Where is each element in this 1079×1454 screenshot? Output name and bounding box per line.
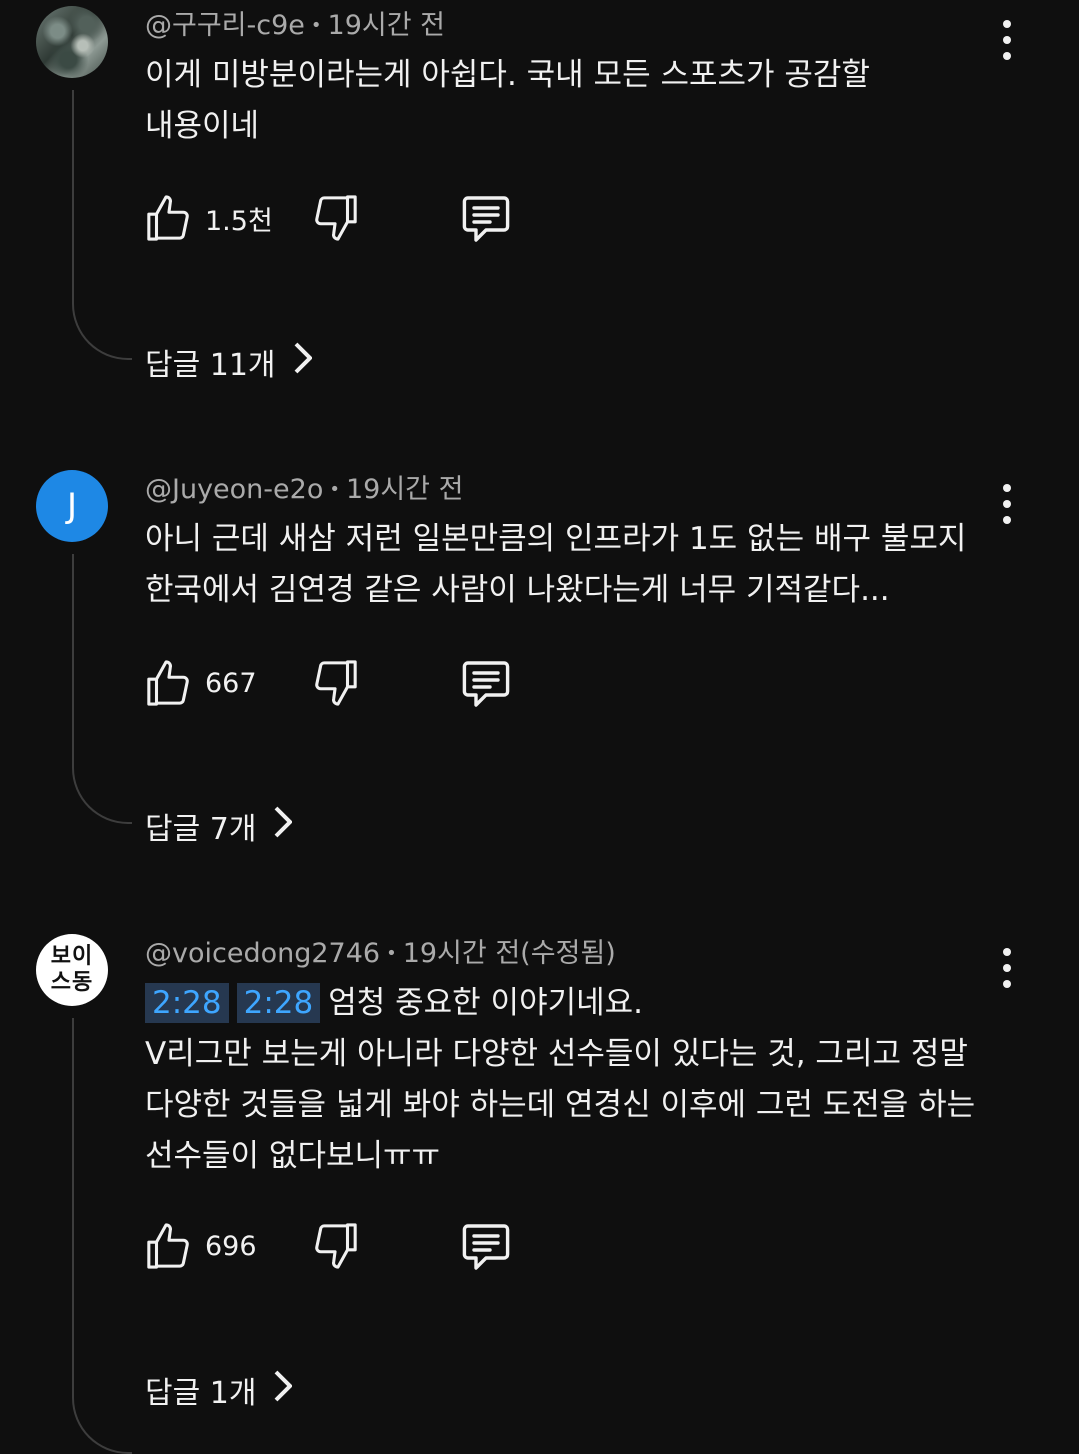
author-name[interactable]: @voicedong2746: [145, 938, 380, 969]
comment-meta: @구구리-c9e • 19시간 전: [145, 6, 445, 49]
like-button[interactable]: 667: [145, 655, 257, 711]
reply-button[interactable]: [460, 1218, 512, 1274]
thumb-down-icon: [313, 1221, 359, 1271]
replies-button[interactable]: 답글 11개: [145, 340, 313, 384]
replies-label: 답글 7개: [145, 812, 257, 847]
separator-dot: •: [310, 15, 322, 36]
comment-line: 내용이네: [145, 108, 260, 144]
like-count: 667: [205, 667, 257, 699]
comment-icon: [460, 657, 512, 709]
comment-meta: @voicedong2746 • 19시간 전(수정됨): [145, 934, 616, 977]
like-count: 1.5천: [205, 205, 273, 237]
thumb-up-icon: [145, 658, 191, 708]
timestamp-link[interactable]: 2:28: [236, 983, 321, 1023]
comment-text: 이게 미방분이라는게 아쉽다. 국내 모든 스포츠가 공감할 내용이네: [145, 50, 1005, 152]
comment-text: 아니 근데 새삼 저런 일본만큼의 인프라가 1도 없는 배구 불모지 한국에서…: [145, 514, 1005, 616]
chevron-right-icon: [276, 342, 313, 382]
thread-line: [72, 1018, 132, 1454]
chevron-right-icon: [256, 1370, 294, 1410]
replies-label: 답글 1개: [145, 1376, 257, 1411]
author-name[interactable]: @Juyeon-e2o: [145, 474, 323, 505]
thumb-down-icon: [313, 658, 359, 708]
comment-line: 이게 미방분이라는게 아쉽다. 국내 모든 스포츠가 공감할: [145, 57, 870, 93]
comment-line: 아니 근데 새삼 저런 일본만큼의 인프라가 1도 없는 배구 불모지: [145, 521, 967, 557]
avatar[interactable]: [36, 6, 108, 78]
comment-line: 2:28 2:28 엄청 중요한 이야기네요.: [145, 978, 1005, 1029]
comment-time: 19시간 전(수정됨): [402, 938, 616, 969]
comment-line: 선수들이 없다보니ㅠㅠ: [145, 1138, 441, 1174]
thumb-up-icon: [145, 1221, 191, 1271]
comment-line: 한국에서 김연경 같은 사람이 나왔다는게 너무 기적같다...: [145, 572, 890, 608]
avatar-letter: J: [66, 486, 78, 526]
replies-button[interactable]: 답글 7개: [145, 804, 294, 848]
comment-line-text: 엄청 중요한 이야기네요.: [328, 985, 644, 1021]
reply-button[interactable]: [460, 190, 512, 246]
like-button[interactable]: 1.5천: [145, 190, 273, 246]
comment-actions: 667: [145, 655, 545, 711]
chevron-right-icon: [256, 806, 294, 846]
dislike-button[interactable]: [313, 1218, 359, 1274]
comment-line: V리그만 보는게 아니라 다양한 선수들이 있다는 것, 그리고 정말: [145, 1036, 968, 1072]
comment-text: 2:28 2:28 엄청 중요한 이야기네요. V리그만 보는게 아니라 다양한 선…: [145, 978, 1005, 1182]
timestamp-link[interactable]: 2:28: [145, 983, 229, 1023]
comment-time: 19시간 전: [327, 10, 445, 41]
replies-button[interactable]: 답글 1개: [145, 1368, 294, 1412]
comment-actions: 1.5천: [145, 190, 545, 246]
comment-icon: [460, 1220, 512, 1272]
comment-icon: [460, 192, 512, 244]
separator-dot: •: [329, 479, 340, 500]
thumb-up-icon: [145, 193, 191, 243]
comment-meta: @Juyeon-e2o • 19시간 전: [145, 470, 463, 513]
like-button[interactable]: 696: [145, 1218, 257, 1274]
thread-line: [72, 554, 132, 824]
thread-line: [72, 90, 132, 360]
avatar-label: 보이: [50, 944, 94, 969]
avatar[interactable]: J: [36, 470, 108, 542]
like-count: 696: [205, 1230, 257, 1262]
dislike-button[interactable]: [313, 655, 359, 711]
author-name[interactable]: @구구리-c9e: [145, 10, 305, 41]
separator-dot: •: [386, 943, 397, 964]
reply-button[interactable]: [460, 655, 512, 711]
comment-actions: 696: [145, 1218, 545, 1274]
replies-label: 답글 11개: [145, 348, 276, 383]
avatar-label: 스동: [50, 970, 94, 995]
comment-line: 다양한 것들을 넓게 봐야 하는데 연경신 이후에 그런 도전을 하는: [145, 1087, 976, 1123]
thumb-down-icon: [313, 193, 359, 243]
dislike-button[interactable]: [313, 190, 359, 246]
avatar[interactable]: 보이 스동: [36, 934, 108, 1006]
comment-time: 19시간 전: [345, 474, 464, 505]
